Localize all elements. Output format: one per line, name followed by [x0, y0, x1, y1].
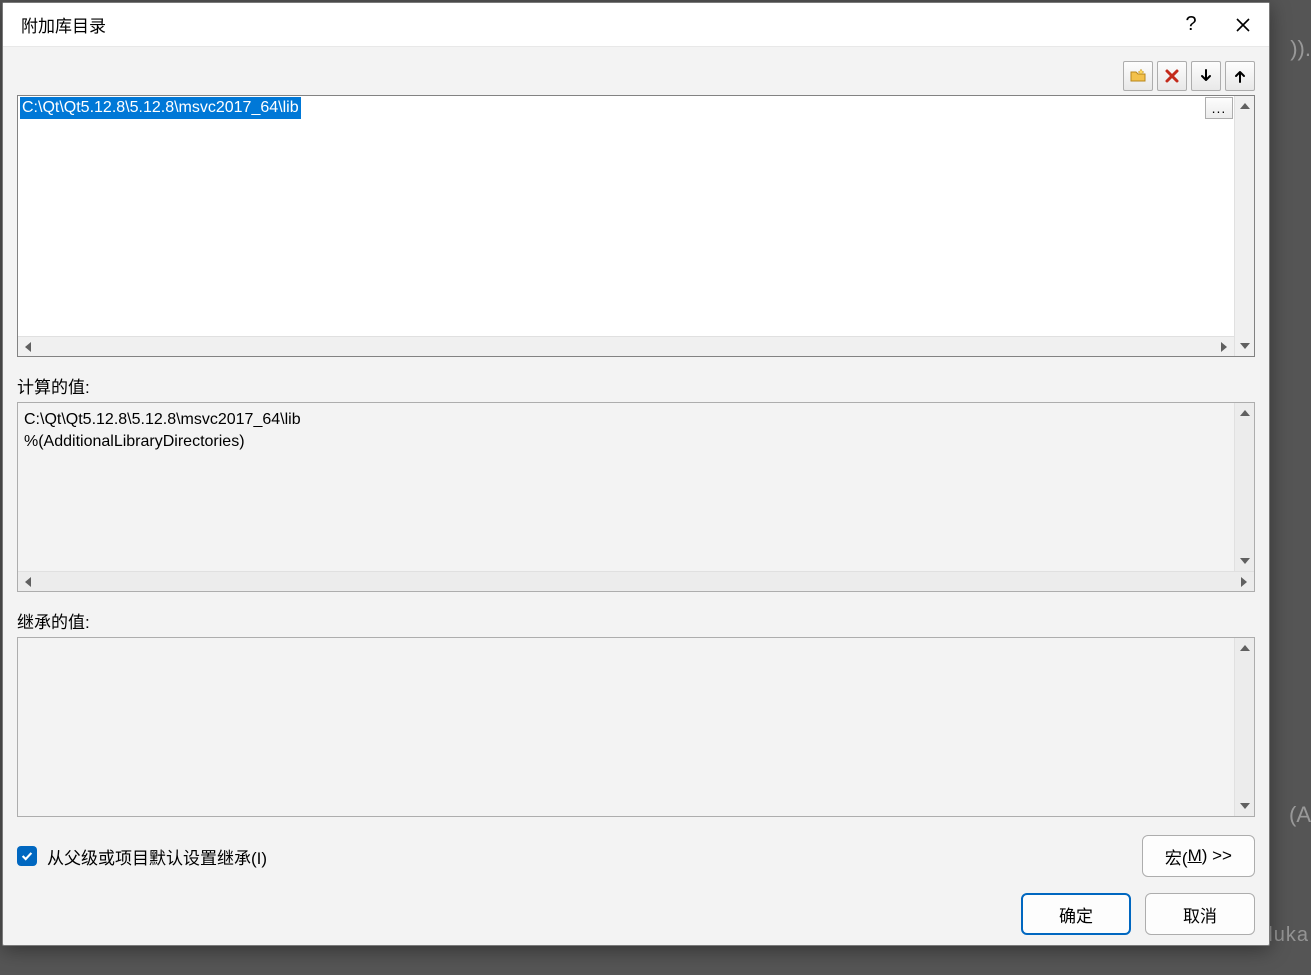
v-scrollbar[interactable]	[1234, 403, 1254, 571]
new-line-button[interactable]	[1123, 61, 1153, 91]
dialog-window: 附加库目录 ?	[2, 2, 1270, 946]
v-scrollbar[interactable]	[1234, 96, 1254, 356]
inherit-checkbox-label: 从父级或项目默认设置继承(I)	[47, 844, 267, 869]
scroll-right-icon	[1241, 577, 1247, 587]
bg-fragment: )).	[1290, 36, 1311, 62]
h-scrollbar[interactable]	[18, 336, 1234, 356]
folder-new-icon	[1130, 68, 1146, 84]
directory-list-editor[interactable]: C:\Qt\Qt5.12.8\5.12.8\msvc2017_64\lib ..…	[17, 95, 1255, 357]
scroll-left-icon	[25, 577, 31, 587]
macros-button[interactable]: 宏(M) >>	[1142, 835, 1255, 877]
inherited-values-box	[17, 637, 1255, 817]
check-icon	[20, 849, 34, 863]
scroll-down-icon	[1240, 343, 1250, 349]
inherited-label: 继承的值:	[17, 608, 1255, 633]
scroll-left-icon	[25, 342, 31, 352]
delete-x-icon	[1164, 68, 1180, 84]
move-down-button[interactable]	[1191, 61, 1221, 91]
bg-fragment-2: (A	[1289, 802, 1311, 828]
h-scrollbar[interactable]	[18, 571, 1254, 591]
window-title: 附加库目录	[21, 12, 1165, 37]
arrow-up-icon	[1232, 68, 1248, 84]
scroll-up-icon	[1240, 645, 1250, 651]
move-up-button[interactable]	[1225, 61, 1255, 91]
computed-label: 计算的值:	[17, 373, 1255, 398]
ok-button[interactable]: 确定	[1021, 893, 1131, 935]
scroll-down-icon	[1240, 558, 1250, 564]
scroll-right-icon	[1221, 342, 1227, 352]
computed-values-text: C:\Qt\Qt5.12.8\5.12.8\msvc2017_64\lib %(…	[18, 403, 1234, 571]
inherit-checkbox[interactable]	[17, 846, 37, 866]
directory-entry-text[interactable]: C:\Qt\Qt5.12.8\5.12.8\msvc2017_64\lib	[20, 97, 301, 119]
inherit-checkbox-wrap[interactable]: 从父级或项目默认设置继承(I)	[17, 844, 267, 869]
v-scrollbar[interactable]	[1234, 638, 1254, 816]
scroll-up-icon	[1240, 410, 1250, 416]
titlebar: 附加库目录 ?	[3, 3, 1269, 47]
scroll-up-icon	[1240, 103, 1250, 109]
delete-line-button[interactable]	[1157, 61, 1187, 91]
browse-button[interactable]: ...	[1205, 97, 1233, 119]
edit-toolbar	[17, 61, 1255, 91]
inherited-values-text	[18, 638, 1234, 816]
computed-values-box: C:\Qt\Qt5.12.8\5.12.8\msvc2017_64\lib %(…	[17, 402, 1255, 592]
cancel-button[interactable]: 取消	[1145, 893, 1255, 935]
arrow-down-icon	[1198, 68, 1214, 84]
directory-entry-row[interactable]: C:\Qt\Qt5.12.8\5.12.8\msvc2017_64\lib ..…	[18, 96, 1234, 120]
scroll-down-icon	[1240, 803, 1250, 809]
close-button[interactable]	[1217, 3, 1269, 47]
help-button[interactable]: ?	[1165, 3, 1217, 47]
